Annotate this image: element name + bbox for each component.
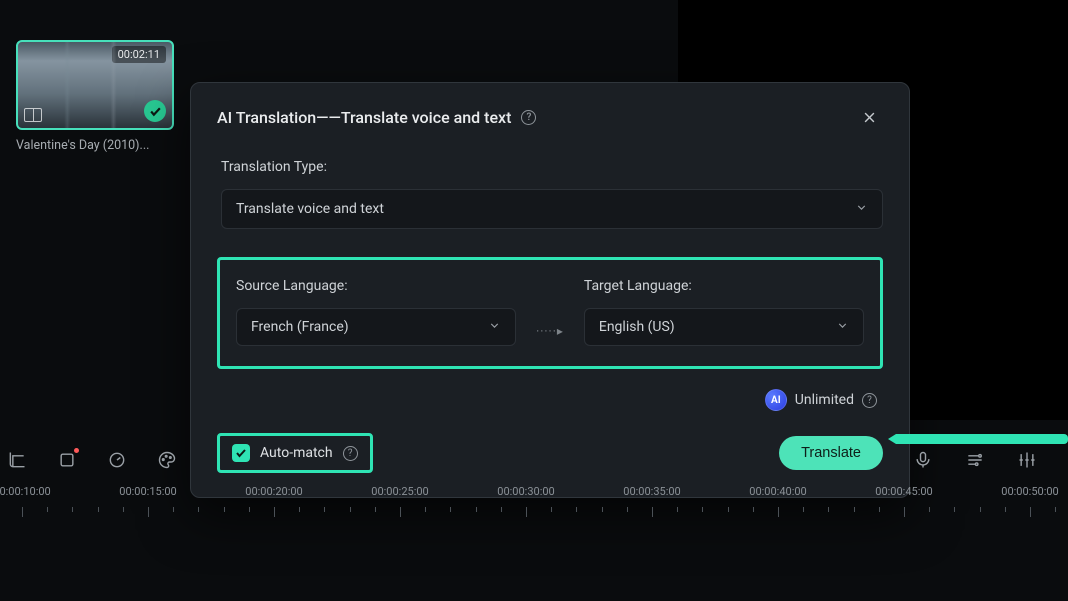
target-language-select[interactable]: English (US) (584, 308, 864, 346)
language-selection-highlight: Source Language: French (France) ·····▸ … (217, 257, 883, 369)
chevron-down-icon (488, 319, 501, 336)
speed-icon[interactable] (106, 449, 128, 471)
close-button[interactable] (855, 103, 883, 131)
timeline-time-label: 00:00:40:00 (749, 485, 806, 498)
filmstrip-icon (24, 108, 42, 122)
credits-row: AI Unlimited ? (217, 389, 883, 411)
palette-icon[interactable] (156, 449, 178, 471)
dialog-title: AI Translation——Translate voice and text… (217, 108, 536, 127)
clip-duration-badge: 00:02:11 (112, 46, 166, 63)
target-language-label: Target Language: (584, 278, 864, 294)
crop-icon[interactable] (6, 449, 28, 471)
auto-match-label: Auto-match (260, 445, 333, 461)
timeline-time-label: 00:00:25:00 (371, 485, 428, 498)
timeline-time-label: 00:00:10:00 (0, 485, 51, 498)
timeline-time-label: 00:00:45:00 (875, 485, 932, 498)
clip-applied-check-icon (144, 100, 166, 122)
source-language-select[interactable]: French (France) (236, 308, 516, 346)
media-bin: 00:02:11 Valentine's Day (2010)... (16, 40, 216, 153)
timeline-time-label: 00:00:50:00 (1001, 485, 1058, 498)
markers-icon[interactable] (1016, 449, 1038, 471)
help-icon[interactable]: ? (521, 110, 536, 125)
source-language-label: Source Language: (236, 278, 516, 294)
timeline-time-label: 00:00:30:00 (497, 485, 554, 498)
timeline-toolbar-right (912, 440, 1038, 480)
auto-match-checkbox[interactable] (232, 444, 250, 462)
audio-mixer-icon[interactable] (964, 449, 986, 471)
chevron-down-icon (836, 319, 849, 336)
square-icon[interactable] (56, 449, 78, 471)
microphone-icon[interactable] (912, 449, 934, 471)
translation-type-value: Translate voice and text (236, 201, 384, 217)
timeline-toolbar-left (0, 440, 178, 480)
target-language-value: English (US) (599, 319, 675, 335)
ai-badge-icon: AI (765, 389, 787, 411)
source-language-value: French (France) (251, 319, 349, 335)
chevron-down-icon (855, 201, 868, 218)
timeline-ruler[interactable]: 00:00:10:00 00:00:15:00 00:00:20:00 00:00:2… (0, 485, 1068, 545)
auto-match-highlight: Auto-match ? (217, 433, 373, 473)
timeline-time-label: 00:00:15:00 (119, 485, 176, 498)
help-icon[interactable]: ? (343, 446, 358, 461)
help-icon[interactable]: ? (862, 393, 877, 408)
timeline-time-label: 00:00:20:00 (245, 485, 302, 498)
translation-type-label: Translation Type: (221, 159, 883, 175)
translation-type-select[interactable]: Translate voice and text (221, 189, 883, 229)
clip-title: Valentine's Day (2010)... (16, 138, 174, 153)
language-direction-icon: ·····▸ (536, 324, 564, 338)
timeline-time-label: 00:00:35:00 (623, 485, 680, 498)
unlimited-label: Unlimited (795, 392, 854, 408)
ai-translation-dialog: AI Translation——Translate voice and text… (190, 82, 910, 498)
clip-thumbnail[interactable]: 00:02:11 (16, 40, 174, 130)
translate-button[interactable]: Translate (779, 436, 883, 470)
